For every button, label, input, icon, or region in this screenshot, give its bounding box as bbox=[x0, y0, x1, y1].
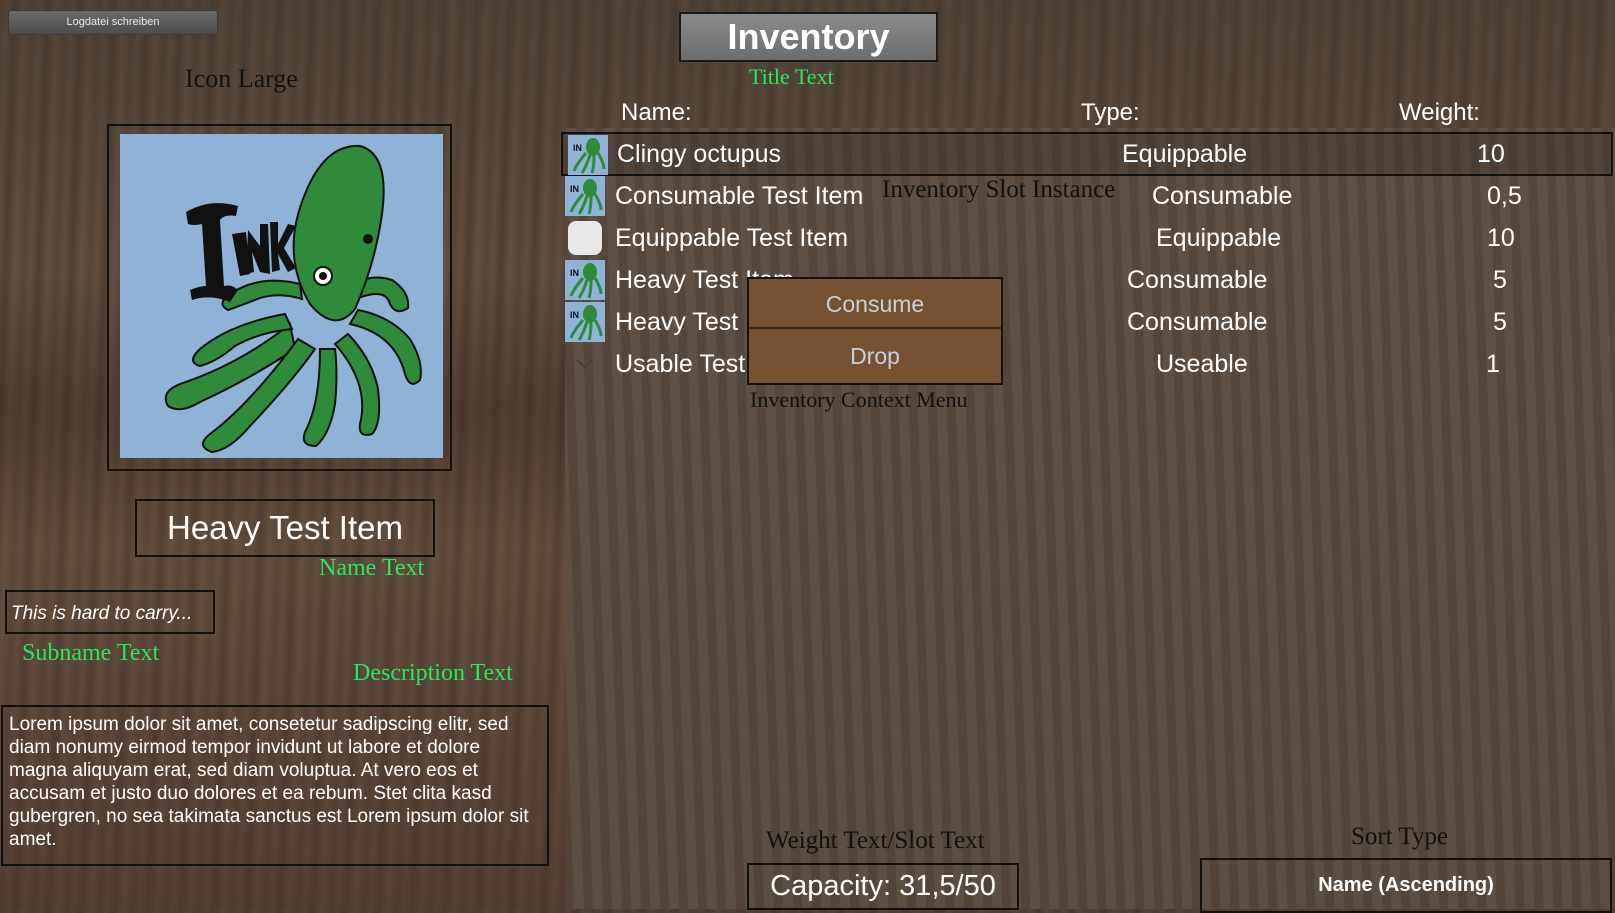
weight-slot-text-label: Weight Text/Slot Text bbox=[766, 827, 985, 854]
svg-text:IN: IN bbox=[573, 143, 582, 153]
write-log-button[interactable]: Logdatei schreiben bbox=[8, 10, 218, 35]
inventory-slot[interactable]: Equippable Test Item Equippable 10 bbox=[565, 218, 1610, 258]
octopus-icon: IN bbox=[565, 176, 605, 216]
octopus-icon: IN bbox=[568, 135, 608, 175]
item-type: Equippable bbox=[1122, 140, 1248, 168]
item-type: Consumable bbox=[1127, 266, 1268, 294]
inventory-title: Inventory bbox=[679, 12, 938, 62]
inventory-slot[interactable]: Usable Test Useable 1 bbox=[565, 344, 1610, 384]
item-weight: 5 bbox=[1493, 266, 1507, 294]
octopus-icon: IN bbox=[565, 302, 605, 342]
title-text-label: Title Text bbox=[749, 64, 834, 89]
item-name: Clingy octupus bbox=[617, 140, 781, 168]
svg-text:IN: IN bbox=[570, 184, 579, 194]
item-weight: 0,5 bbox=[1487, 182, 1522, 210]
item-name: Usable Test bbox=[615, 350, 746, 378]
inventory-slot[interactable]: IN Clingy octupus Equippable 10 bbox=[561, 132, 1613, 176]
item-weight: 1 bbox=[1486, 350, 1500, 378]
item-description-display: Lorem ipsum dolor sit amet, consetetur s… bbox=[1, 705, 549, 866]
column-header-weight[interactable]: Weight: bbox=[1399, 99, 1480, 127]
inventory-slot-instance-label: Inventory Slot Instance bbox=[882, 176, 1116, 203]
inventory-context-menu: Consume Drop bbox=[747, 277, 1003, 385]
column-header-type[interactable]: Type: bbox=[1081, 99, 1140, 127]
item-type: Consumable bbox=[1152, 182, 1293, 210]
svg-text:IN: IN bbox=[570, 310, 579, 320]
column-header-name[interactable]: Name: bbox=[621, 99, 692, 127]
blank-icon bbox=[568, 221, 602, 255]
consume-button[interactable]: Consume bbox=[749, 279, 1001, 329]
item-subname-display: This is hard to carry... bbox=[5, 590, 215, 634]
octopus-icon: IN bbox=[565, 260, 605, 300]
item-weight: 5 bbox=[1493, 308, 1507, 336]
icon-large-label: Icon Large bbox=[185, 64, 298, 93]
item-name-display: Heavy Test Item bbox=[135, 499, 435, 557]
subname-text-label: Subname Text bbox=[22, 640, 160, 666]
drop-button[interactable]: Drop bbox=[749, 329, 1001, 383]
item-name: Heavy Test bbox=[615, 308, 739, 336]
item-weight: 10 bbox=[1477, 140, 1505, 168]
sort-type-label: Sort Type bbox=[1351, 823, 1449, 850]
octopus-icon: INK bbox=[120, 134, 443, 458]
name-text-label: Name Text bbox=[319, 555, 425, 581]
inventory-context-menu-label: Inventory Context Menu bbox=[750, 387, 968, 412]
chevron-down-icon bbox=[565, 344, 605, 384]
svg-text:IN: IN bbox=[570, 268, 579, 278]
item-name: Equippable Test Item bbox=[615, 224, 849, 252]
item-type: Consumable bbox=[1127, 308, 1268, 336]
item-type: Equippable bbox=[1156, 224, 1282, 252]
item-type: Useable bbox=[1156, 350, 1248, 378]
description-text-label: Description Text bbox=[353, 660, 513, 686]
capacity-display: Capacity: 31,5/50 bbox=[747, 863, 1019, 910]
inventory-slot[interactable]: IN Heavy Test Item Consumable 5 bbox=[565, 260, 1610, 300]
sort-type-dropdown[interactable]: Name (Ascending) bbox=[1200, 858, 1612, 913]
item-name: Consumable Test Item bbox=[615, 182, 864, 210]
inventory-slot[interactable]: IN Heavy Test Consumable 5 bbox=[565, 302, 1610, 342]
item-weight: 10 bbox=[1487, 224, 1515, 252]
